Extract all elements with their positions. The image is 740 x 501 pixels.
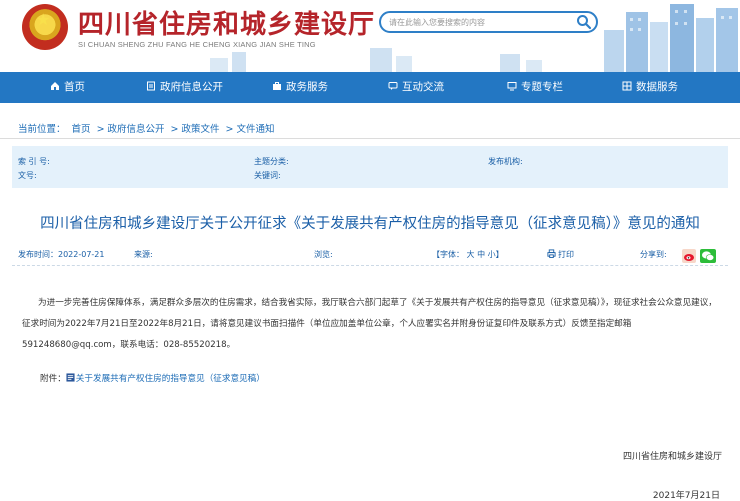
wechat-icon[interactable] [700, 249, 716, 263]
national-emblem-icon: ★ [22, 4, 68, 50]
word-document-icon [66, 373, 75, 382]
briefcase-icon [273, 82, 281, 90]
meta-index-label: 索 引 号: [18, 157, 50, 166]
attachment-row: 附件： 关于发展共有产权住房的指导意见（征求意见稿） [40, 372, 265, 384]
sign-date: 2021年7月21日 [652, 491, 720, 501]
breadcrumb-item-policy[interactable]: 政策文件 [182, 124, 220, 135]
search-box [379, 11, 598, 33]
document-icon [147, 81, 155, 91]
skyline-decoration [210, 48, 542, 72]
nav-item-label: 政务服务 [286, 81, 328, 93]
monitor-icon [507, 82, 517, 91]
divider [0, 138, 740, 139]
breadcrumb: 当前位置： 首页 > 政府信息公开 > 政策文件 > 文件通知 [18, 121, 278, 135]
nav-item-special-topics[interactable]: 专题专栏 [507, 72, 563, 103]
print-button[interactable]: 打印 [547, 249, 574, 260]
nav-item-interaction[interactable]: 互动交流 [388, 72, 444, 103]
print-label: 打印 [558, 250, 574, 259]
site-title[interactable]: 四川省住房和城乡建设厅 [78, 4, 375, 41]
printer-icon [547, 249, 556, 258]
share-label: 分享到: [640, 250, 667, 259]
views-label: 浏览: [314, 250, 333, 259]
meta-docno-label: 文号: [18, 171, 37, 180]
article-title: 四川省住房和城乡建设厅关于公开征求《关于发展共有产权住房的指导意见（征求意见稿）… [40, 216, 700, 232]
nav-item-label: 政府信息公开 [160, 81, 223, 93]
breadcrumb-prefix: 当前位置： [18, 124, 66, 135]
nav-item-data-service[interactable]: 数据服务 [622, 72, 678, 103]
breadcrumb-item-home[interactable]: 首页 [72, 124, 91, 135]
breadcrumb-item-notices[interactable]: 文件通知 [237, 124, 275, 135]
nav-item-label: 首页 [64, 81, 85, 93]
nav-item-label: 专题专栏 [521, 81, 563, 93]
breadcrumb-item-gov-info[interactable]: 政府信息公开 [108, 124, 165, 135]
font-size-control[interactable]: 【字体： 大 中 小】 [432, 249, 504, 260]
attachment-link[interactable]: 关于发展共有产权住房的指导意见（征求意见稿） [76, 374, 265, 384]
main-nav: 首页 政府信息公开 政务服务 互动交流 专题专栏 数据服务 [0, 72, 740, 103]
source-label: 来源: [134, 250, 153, 259]
nav-item-home[interactable]: 首页 [50, 72, 85, 103]
home-icon [51, 82, 59, 90]
document-meta-box: 索 引 号: 主题分类: 发布机构: 文号: 关键词: [12, 146, 728, 188]
grid-icon [622, 81, 632, 91]
meta-topic-label: 主题分类: [254, 157, 289, 166]
breadcrumb-separator: > [225, 124, 234, 135]
signer: 四川省住房和城乡建设厅 [622, 452, 722, 462]
article-body: 为进一步完善住房保障体系，满足群众多层次的住房需求，结合我省实际，我厅联合六部门… [22, 298, 717, 350]
site-header: ★ 四川省住房和城乡建设厅 SI CHUAN SHENG ZHU FANG HE… [0, 0, 740, 72]
nav-item-gov-service[interactable]: 政务服务 [272, 72, 328, 103]
meta-publisher-label: 发布机构: [488, 157, 523, 166]
weibo-icon[interactable] [682, 249, 696, 263]
publish-time: 发布时间：2022-07-21 [18, 250, 105, 259]
building-skyline-decoration [604, 4, 738, 72]
attachment-prefix: 附件： [40, 374, 66, 384]
search-icon[interactable] [576, 14, 592, 30]
breadcrumb-separator: > [170, 124, 179, 135]
nav-item-label: 互动交流 [402, 81, 444, 93]
article-info-bar: 发布时间：2022-07-21 来源: 浏览: 【字体： 大 中 小】 打印 分… [12, 242, 728, 266]
meta-keywords-label: 关键词: [254, 171, 281, 180]
nav-item-label: 数据服务 [636, 81, 678, 93]
search-input[interactable] [389, 15, 569, 29]
breadcrumb-separator: > [96, 124, 105, 135]
chat-icon [388, 82, 398, 90]
nav-item-gov-info[interactable]: 政府信息公开 [146, 72, 223, 103]
